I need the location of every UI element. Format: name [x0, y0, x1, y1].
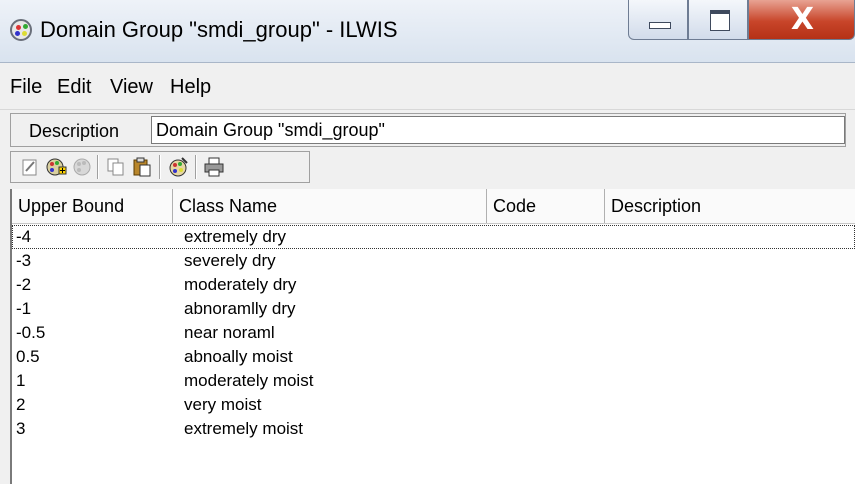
- menu-view[interactable]: View: [110, 76, 153, 99]
- title-bar[interactable]: Domain Group "smdi_group" - ILWIS X: [0, 0, 855, 63]
- upper-bound-cell[interactable]: 0.5: [16, 347, 40, 367]
- class-name-cell[interactable]: near noraml: [184, 323, 275, 343]
- close-button[interactable]: X: [748, 0, 855, 40]
- class-name-cell[interactable]: abnoally moist: [184, 347, 293, 367]
- toolbar-separator: [159, 155, 161, 179]
- class-name-cell[interactable]: extremely moist: [184, 419, 303, 439]
- description-row: Description Domain Group "smdi_group": [10, 113, 846, 147]
- upper-bound-cell[interactable]: -0.5: [16, 323, 45, 343]
- table-row[interactable]: 2 very moist: [12, 393, 855, 417]
- copy-icon[interactable]: [105, 156, 127, 178]
- class-name-cell[interactable]: extremely dry: [184, 227, 286, 247]
- edit-icon[interactable]: [19, 156, 41, 178]
- table-row[interactable]: 3 extremely moist: [12, 417, 855, 441]
- minimize-icon: [649, 22, 671, 29]
- print-icon[interactable]: [203, 156, 225, 178]
- table-header: Upper Bound Class Name Code Description: [12, 189, 855, 224]
- upper-bound-cell[interactable]: 2: [16, 395, 25, 415]
- table-row[interactable]: -2 moderately dry: [12, 273, 855, 297]
- menu-help[interactable]: Help: [170, 76, 211, 99]
- table-row[interactable]: 1 moderately moist: [12, 369, 855, 393]
- column-header-class-name[interactable]: Class Name: [173, 189, 487, 223]
- table-row[interactable]: -0.5 near noraml: [12, 321, 855, 345]
- class-name-cell[interactable]: very moist: [184, 395, 261, 415]
- menu-file[interactable]: File: [10, 76, 42, 99]
- maximize-icon: [710, 10, 730, 31]
- representation-icon[interactable]: [167, 156, 189, 178]
- column-header-code[interactable]: Code: [487, 189, 605, 223]
- column-header-upper-bound[interactable]: Upper Bound: [12, 189, 173, 223]
- class-name-cell[interactable]: severely dry: [184, 251, 276, 271]
- delete-item-icon[interactable]: [71, 156, 93, 178]
- add-item-icon[interactable]: [45, 156, 67, 178]
- toolbar-separator: [195, 155, 197, 179]
- description-field[interactable]: Domain Group "smdi_group": [151, 116, 845, 144]
- minimize-button[interactable]: [628, 0, 688, 40]
- domain-class-table: Upper Bound Class Name Code Description …: [10, 189, 855, 484]
- table-row[interactable]: -3 severely dry: [12, 249, 855, 273]
- class-name-cell[interactable]: moderately dry: [184, 275, 296, 295]
- table-row[interactable]: 0.5 abnoally moist: [12, 345, 855, 369]
- table-row[interactable]: -4 extremely dry: [12, 225, 855, 249]
- upper-bound-cell[interactable]: -2: [16, 275, 31, 295]
- class-name-cell[interactable]: abnoramlly dry: [184, 299, 296, 319]
- paste-icon[interactable]: [131, 156, 153, 178]
- toolbar: [10, 151, 310, 183]
- menu-edit[interactable]: Edit: [57, 76, 91, 99]
- close-icon: X: [790, 2, 815, 37]
- upper-bound-cell[interactable]: 3: [16, 419, 25, 439]
- table-row[interactable]: -1 abnoramlly dry: [12, 297, 855, 321]
- upper-bound-cell[interactable]: -1: [16, 299, 31, 319]
- ilwis-app-icon[interactable]: [10, 19, 32, 41]
- maximize-button[interactable]: [688, 0, 748, 40]
- upper-bound-cell[interactable]: 1: [16, 371, 25, 391]
- description-label: Description: [29, 121, 120, 141]
- toolbar-separator: [97, 155, 99, 179]
- column-header-description[interactable]: Description: [605, 189, 855, 223]
- upper-bound-cell[interactable]: -3: [16, 251, 31, 271]
- domain-group-window: Domain Group "smdi_group" - ILWIS X File…: [0, 0, 855, 484]
- menu-bar: File Edit View Help: [0, 63, 855, 110]
- class-name-cell[interactable]: moderately moist: [184, 371, 313, 391]
- upper-bound-cell[interactable]: -4: [16, 227, 31, 247]
- window-title: Domain Group "smdi_group" - ILWIS: [40, 17, 398, 42]
